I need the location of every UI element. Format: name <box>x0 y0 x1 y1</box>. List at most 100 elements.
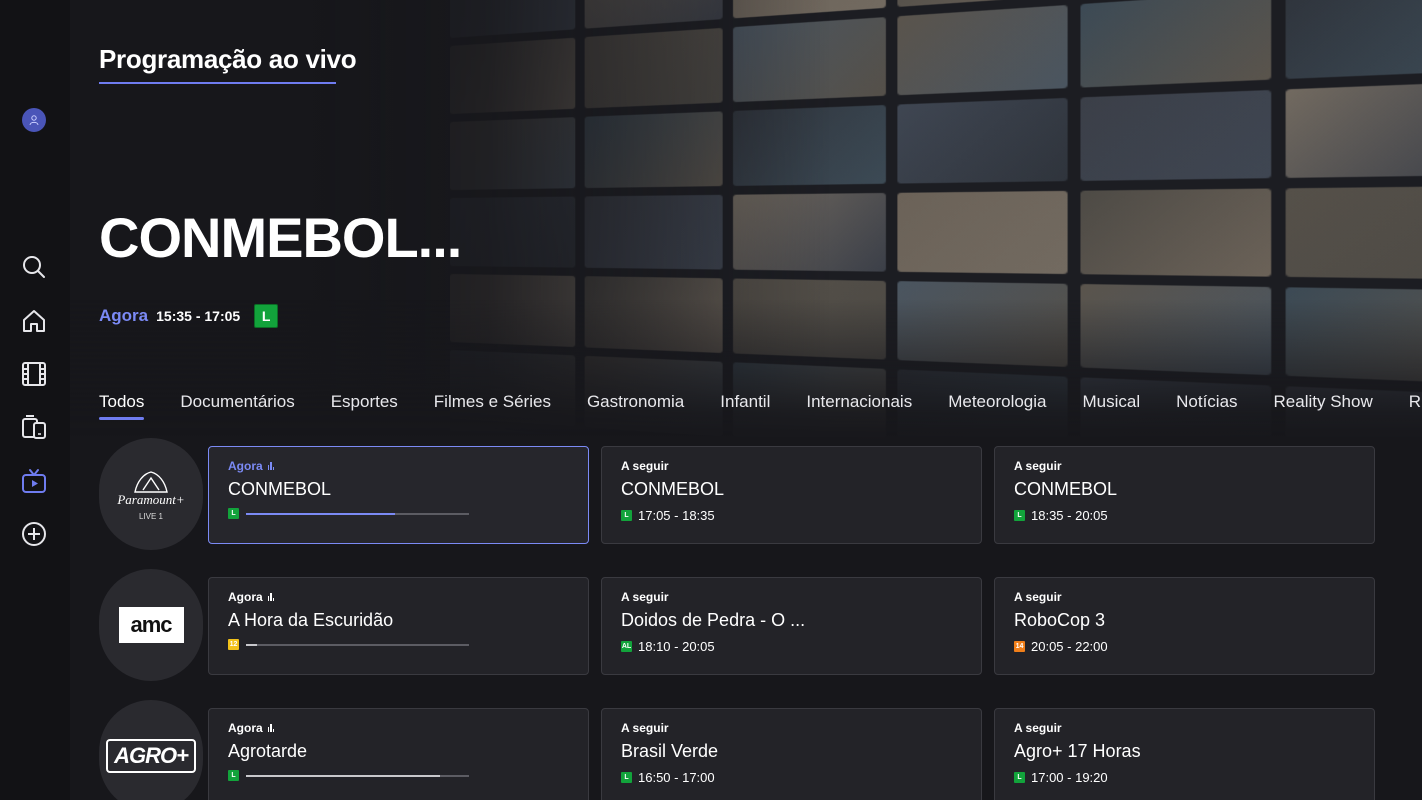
channel-name: amc <box>118 607 184 643</box>
age-rating-badge: 14 <box>1014 641 1025 652</box>
program-status: A seguir <box>621 721 962 735</box>
hero-meta: Agora 15:35 - 17:05 L <box>99 304 279 328</box>
sidebar <box>0 0 70 800</box>
program-card-next[interactable]: A seguir RoboCop 3 14 20:05 - 22:00 <box>994 577 1375 675</box>
home-icon[interactable] <box>19 306 49 336</box>
tab-infantil[interactable]: Infantil <box>720 392 770 420</box>
channel-logo[interactable]: amc <box>99 569 203 681</box>
program-progress-bar <box>246 774 469 777</box>
program-card-now[interactable]: Agora CONMEBOL L <box>208 446 589 544</box>
tab-esportes[interactable]: Esportes <box>331 392 398 420</box>
live-bars-icon <box>267 593 275 601</box>
tab-internacionais[interactable]: Internacionais <box>806 392 912 420</box>
program-info: AL 18:10 - 20:05 <box>621 639 962 654</box>
program-status-label: A seguir <box>621 721 669 735</box>
tab-meteorologia[interactable]: Meteorologia <box>948 392 1046 420</box>
program-status-label: A seguir <box>1014 590 1062 604</box>
program-title: A Hora da Escuridão <box>228 610 394 630</box>
channel-name: Paramount+ <box>117 491 185 507</box>
video-wall-tile <box>1285 185 1422 280</box>
age-rating-badge: L <box>621 510 632 521</box>
program-status: Agora <box>228 721 569 735</box>
paramount-mountain-icon <box>134 470 168 493</box>
program-card-next[interactable]: A seguir CONMEBOL L 17:05 - 18:35 <box>601 446 982 544</box>
live-bars-icon <box>267 462 275 470</box>
tab-gastronomia[interactable]: Gastronomia <box>587 392 684 420</box>
age-rating-badge: AL <box>621 641 632 652</box>
program-card-now[interactable]: Agora A Hora da Escuridão 12 <box>208 577 589 675</box>
channel-logo[interactable]: AGRO+ <box>99 700 203 800</box>
category-tabs: Todos Documentários Esportes Filmes e Série… <box>99 392 1422 420</box>
user-avatar-icon[interactable] <box>22 108 46 132</box>
program-info: L <box>228 770 569 781</box>
age-rating-badge: L <box>621 772 632 783</box>
program-status: Agora <box>228 590 569 604</box>
tab-reality-show[interactable]: Reality Show <box>1274 392 1373 420</box>
program-title: Brasil Verde <box>621 741 719 761</box>
program-progress-bar <box>246 643 469 646</box>
tab-document-rios[interactable]: Documentários <box>180 392 294 420</box>
program-title: RoboCop 3 <box>1014 610 1106 630</box>
program-status-label: A seguir <box>621 459 669 473</box>
age-rating-badge: L <box>254 304 279 328</box>
live-tv-icon[interactable] <box>19 466 49 496</box>
program-progress-bar <box>246 512 469 515</box>
video-wall-tile <box>897 190 1068 275</box>
program-title: Agro+ 17 Horas <box>1014 741 1141 761</box>
channel-row: AGRO+ Agora Agrotarde L A seguir Brasil Verde… <box>99 700 1379 800</box>
program-card-next[interactable]: A seguir Brasil Verde L 16:50 - 17:00 <box>601 708 982 800</box>
program-card-next[interactable]: A seguir Agro+ 17 Horas L 17:00 - 19:20 <box>994 708 1375 800</box>
video-wall-tile <box>897 97 1068 184</box>
program-title: CONMEBOL <box>621 479 725 499</box>
tab-not-cias[interactable]: Notícias <box>1176 392 1237 420</box>
program-time: 16:50 - 17:00 <box>638 770 715 785</box>
program-info: L <box>228 508 569 519</box>
program-info: L 17:00 - 19:20 <box>1014 770 1355 785</box>
program-status: A seguir <box>1014 590 1355 604</box>
tab-musical[interactable]: Musical <box>1082 392 1140 420</box>
devices-icon[interactable] <box>19 412 49 442</box>
channel-row: amc Agora A Hora da Escuridão 12 A seguir Doi… <box>99 569 1379 681</box>
video-wall-tile <box>1285 0 1422 80</box>
channel-logo[interactable]: Paramount+ LIVE 1 <box>99 438 203 550</box>
hero-time: 15:35 - 17:05 <box>156 308 241 324</box>
program-status: A seguir <box>621 590 962 604</box>
video-wall-tile <box>897 4 1068 96</box>
age-rating-badge: L <box>228 508 239 519</box>
program-time: 20:05 - 22:00 <box>1031 639 1108 654</box>
hero-now-label: Agora <box>99 306 149 325</box>
film-icon[interactable] <box>19 359 49 389</box>
program-title: CONMEBOL <box>1014 479 1118 499</box>
program-title: CONMEBOL <box>228 479 332 499</box>
tab-r[interactable]: R <box>1409 392 1421 420</box>
video-wall-tile <box>1080 89 1272 181</box>
age-rating-badge: L <box>1014 510 1025 521</box>
program-time: 17:05 - 18:35 <box>638 508 715 523</box>
age-rating-badge: L <box>228 770 239 781</box>
program-status-label: Agora <box>228 590 263 604</box>
program-card-next[interactable]: A seguir Doidos de Pedra - O ... AL 18:10 -… <box>601 577 982 675</box>
hero-program-title: CONMEBOL... <box>99 206 462 269</box>
tab-todos[interactable]: Todos <box>99 392 145 420</box>
program-info: L 18:35 - 20:05 <box>1014 508 1355 523</box>
live-bars-icon <box>267 724 275 732</box>
age-rating-badge: 12 <box>228 639 239 650</box>
tab-filmes-e-s-ries[interactable]: Filmes e Séries <box>434 392 551 420</box>
program-info: L 17:05 - 18:35 <box>621 508 962 523</box>
video-wall-tile <box>1285 81 1422 178</box>
program-title: Agrotarde <box>228 741 308 761</box>
program-time: 18:35 - 20:05 <box>1031 508 1108 523</box>
search-icon[interactable] <box>19 252 49 282</box>
add-circle-icon[interactable] <box>19 519 49 549</box>
program-info: 14 20:05 - 22:00 <box>1014 639 1355 654</box>
program-status-label: Agora <box>228 721 263 735</box>
program-card-now[interactable]: Agora Agrotarde L <box>208 708 589 800</box>
page-title-underline <box>99 82 336 84</box>
program-status-label: A seguir <box>621 590 669 604</box>
program-time: 18:10 - 20:05 <box>638 639 715 654</box>
program-status: Agora <box>228 459 569 473</box>
channel-row: Paramount+ LIVE 1 Agora CONMEBOL L A seguir CO… <box>99 438 1379 550</box>
program-card-next[interactable]: A seguir CONMEBOL L 18:35 - 20:05 <box>994 446 1375 544</box>
age-rating-badge: L <box>1014 772 1025 783</box>
video-wall-tile <box>1080 188 1272 277</box>
